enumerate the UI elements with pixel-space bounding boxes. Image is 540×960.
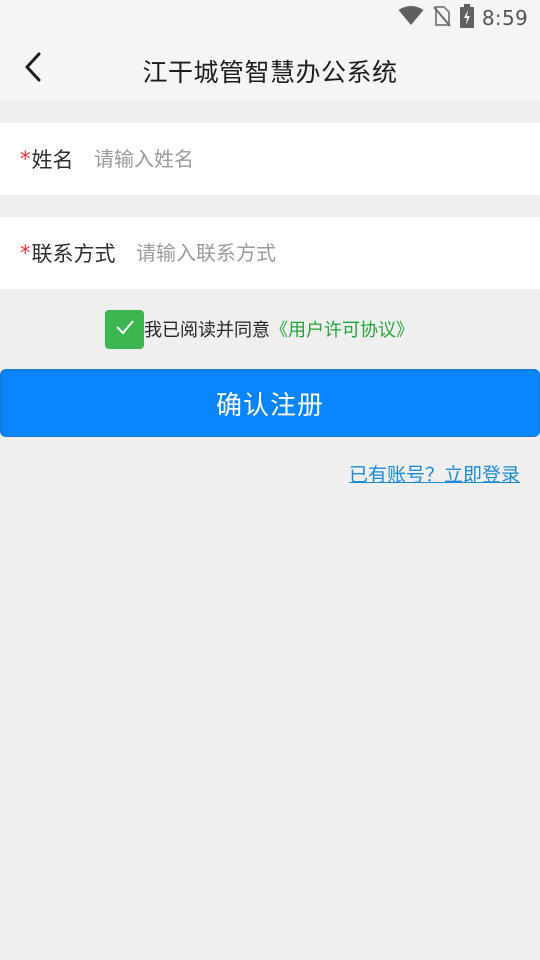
agreement-text: 我已阅读并同意 bbox=[144, 320, 270, 341]
name-label: * 姓名 bbox=[20, 123, 74, 195]
contact-field-row: * 联系方式 bbox=[0, 217, 540, 289]
page-title: 江干城管智慧办公系统 bbox=[142, 58, 398, 87]
checkmark-icon bbox=[115, 319, 135, 339]
contact-label-text: 联系方式 bbox=[31, 242, 116, 266]
contact-input[interactable] bbox=[136, 227, 516, 279]
name-label-text: 姓名 bbox=[31, 148, 74, 172]
no-sim-icon bbox=[432, 5, 452, 31]
agreement-checkbox[interactable] bbox=[105, 309, 144, 349]
agreement-row: 我已阅读并同意 《用户许可协议》 bbox=[105, 309, 414, 349]
battery-charging-icon bbox=[459, 4, 474, 32]
status-time: 8:59 bbox=[481, 6, 528, 30]
status-icons: 8:59 bbox=[398, 4, 528, 32]
user-license-link[interactable]: 《用户许可协议》 bbox=[270, 316, 414, 342]
confirm-register-button[interactable]: 确认注册 bbox=[0, 369, 540, 437]
app-bar: 江干城管智慧办公系统 bbox=[0, 36, 540, 102]
name-input[interactable] bbox=[94, 133, 514, 185]
required-mark: * bbox=[20, 147, 31, 171]
required-mark: * bbox=[20, 241, 31, 265]
status-bar: 8:59 bbox=[0, 0, 540, 36]
wifi-icon bbox=[398, 6, 424, 30]
contact-label: * 联系方式 bbox=[20, 217, 116, 289]
login-link[interactable]: 已有账号？立即登录 bbox=[349, 460, 520, 487]
name-field-row: * 姓名 bbox=[0, 123, 540, 195]
